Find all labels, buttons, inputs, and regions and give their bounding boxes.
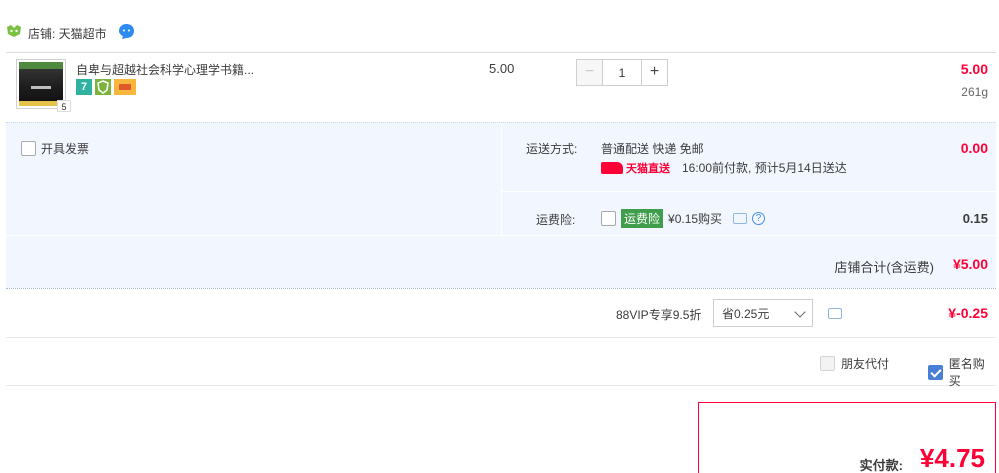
qty-input[interactable] xyxy=(603,59,641,86)
shipping-method: 普通配送 快递 免邮 xyxy=(601,142,704,156)
qty-increase-button[interactable]: + xyxy=(641,59,668,86)
credit-card-pay-icon[interactable] xyxy=(114,79,136,95)
tmall-direct-label: 天猫直送 xyxy=(626,162,670,175)
insurance-offer: ¥0.15购买 xyxy=(668,212,723,226)
anonymous-purchase-option[interactable]: 匿名购买 xyxy=(928,355,996,389)
panel-separator xyxy=(6,235,996,236)
store-total-value: ¥5.00 xyxy=(952,256,988,272)
item-weight: 261g xyxy=(961,85,988,99)
tmall-store-icon xyxy=(7,25,21,37)
unit-price: 5.00 xyxy=(489,61,515,76)
store-total-label: 店铺合计(含运费) xyxy=(834,260,934,275)
chat-bubble-icon[interactable] xyxy=(828,308,842,319)
guarantee-shield-icon[interactable] xyxy=(95,79,111,95)
seven-day-return-icon[interactable]: 7 xyxy=(76,79,92,95)
vip-discount-row: 88VIP专享9.5折 省0.25元 ¥-0.25 xyxy=(6,288,996,338)
quantity-stepper: − + xyxy=(576,59,668,86)
friend-pay-label: 朋友代付 xyxy=(841,357,890,371)
store-header: 店铺: 天猫超市 xyxy=(0,0,999,52)
item-title-link[interactable]: 自卑与超越社会科学心理学书籍... xyxy=(76,61,254,78)
chevron-down-icon xyxy=(794,306,806,318)
purchase-options-row: 朋友代付 匿名购买 xyxy=(6,338,996,389)
anonymous-checkbox[interactable] xyxy=(928,364,943,380)
delivery-info: 天猫直送 16:00前付款, 预计5月14日送达 xyxy=(601,159,847,176)
invoice-checkbox[interactable] xyxy=(21,141,36,156)
item-subtotal: 5.00 xyxy=(960,61,988,77)
insurance-checkbox[interactable] xyxy=(601,211,616,226)
order-extras-panel: 开具发票 运送方式: 普通配送 快递 免邮 天猫直送 16:00前付款, 预计5… xyxy=(6,122,996,288)
cart-item-row: 5 自卑与超越社会科学心理学书籍... 7 5.00 − + 5.00 261g xyxy=(6,52,996,122)
tmall-cat-icon xyxy=(601,161,623,174)
thumb-badge: 5 xyxy=(57,100,71,112)
vip-select-value: 省0.25元 xyxy=(722,306,770,321)
actual-payment-label: 实付款: xyxy=(859,458,903,473)
store-name[interactable]: 店铺: 天猫超市 xyxy=(28,25,107,42)
help-icon[interactable]: ? xyxy=(752,212,766,225)
qty-decrease-button[interactable]: − xyxy=(576,59,603,86)
shipping-fee: 0.00 xyxy=(960,140,988,156)
delivery-note: 16:00前付款, 预计5月14日送达 xyxy=(682,161,847,175)
actual-payment-value: ¥4.75 xyxy=(919,443,985,473)
wangwang-chat-icon[interactable] xyxy=(118,23,135,40)
invoice-label: 开具发票 xyxy=(41,142,90,156)
insurance-price: 0.15 xyxy=(962,211,988,226)
item-thumbnail[interactable]: 5 xyxy=(16,59,71,112)
row-separator xyxy=(502,191,996,192)
chat-bubble-icon[interactable] xyxy=(733,213,748,224)
friend-pay-checkbox[interactable] xyxy=(820,356,835,371)
invoice-option[interactable]: 开具发票 xyxy=(21,140,89,157)
anonymous-label: 匿名购买 xyxy=(948,357,985,388)
vip-discount-amount: ¥-0.25 xyxy=(948,305,988,321)
vip-discount-label: 88VIP专享9.5折 xyxy=(616,308,702,322)
vip-discount-select[interactable]: 省0.25元 xyxy=(713,299,813,327)
tmall-direct-badge: 天猫直送 xyxy=(601,160,670,176)
friend-pay-option[interactable]: 朋友代付 xyxy=(820,355,889,372)
insurance-label: 运费险: xyxy=(536,213,576,227)
payment-summary-box: 实付款: ¥4.75 xyxy=(698,402,996,473)
insurance-option: 运费险 ¥0.15购买 ? xyxy=(601,209,766,228)
insurance-tag: 运费险 xyxy=(621,209,664,228)
shipping-label: 运送方式: xyxy=(526,142,578,156)
panel-divider xyxy=(501,123,502,235)
item-service-tags: 7 xyxy=(76,79,136,95)
